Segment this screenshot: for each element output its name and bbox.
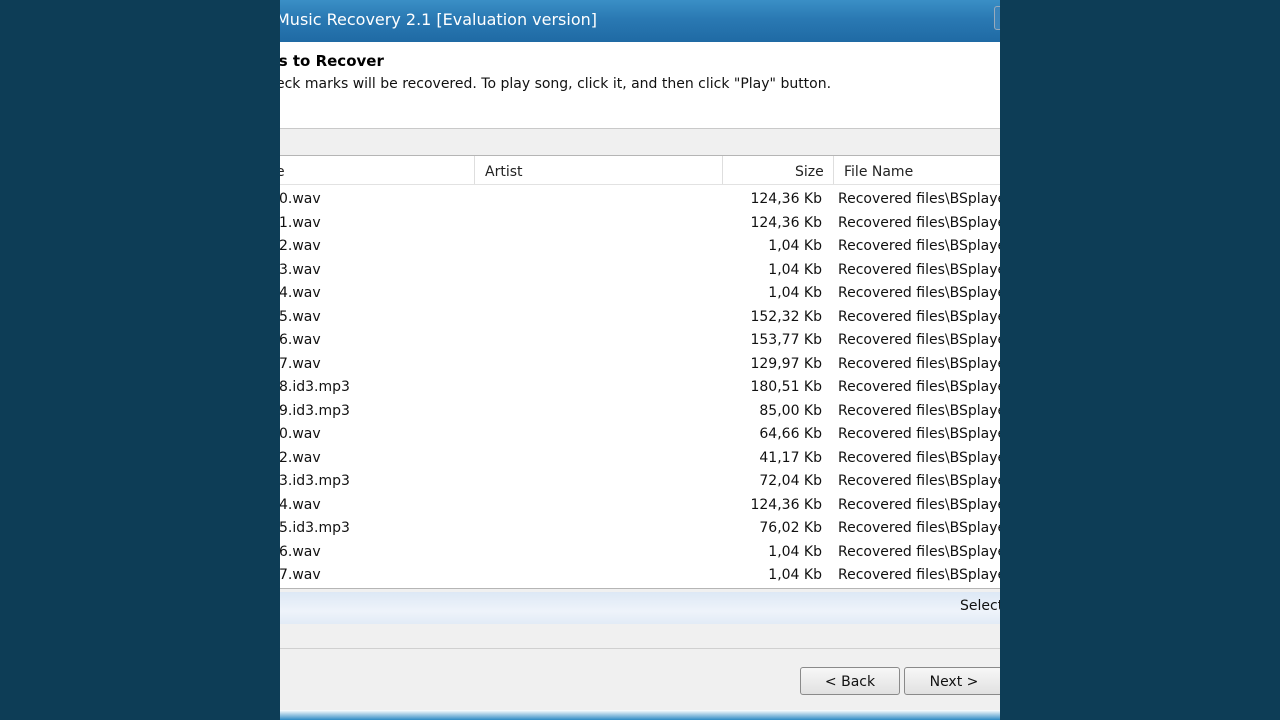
title-bar: Music Recovery 2.1 [Evaluation version] bbox=[280, 0, 1000, 42]
column-divider[interactable] bbox=[722, 156, 723, 184]
song-name: 8.id3.mp3 bbox=[280, 379, 350, 395]
song-size: 1,04 Kb bbox=[768, 261, 822, 278]
table-row[interactable]: 6.wav 153,77 Kb Recovered files\BSplaye bbox=[280, 330, 1000, 354]
table-row[interactable]: 4.wav 124,36 Kb Recovered files\BSplaye bbox=[280, 495, 1000, 519]
song-name: 5.id3.mp3 bbox=[280, 520, 350, 536]
song-file-name: Recovered files\BSplaye bbox=[838, 379, 1000, 395]
table-row[interactable]: 5.id3.mp3 76,02 Kb Recovered files\BSplaye bbox=[280, 518, 1000, 542]
song-name: 0.wav bbox=[280, 426, 321, 442]
song-size: 124,36 Kb bbox=[750, 496, 822, 513]
back-button[interactable]: < Back bbox=[800, 667, 900, 695]
song-file-name: Recovered files\BSplaye bbox=[838, 496, 1000, 513]
status-text: Select bbox=[960, 598, 1000, 614]
song-size: 180,51 Kb bbox=[750, 379, 822, 395]
song-file-name: Recovered files\BSplaye bbox=[838, 214, 1000, 231]
song-name: 9.id3.mp3 bbox=[280, 402, 350, 419]
column-header-size[interactable]: Size bbox=[795, 156, 824, 184]
separator-line bbox=[280, 648, 1000, 649]
song-name: 4.wav bbox=[280, 285, 321, 301]
list-rows: 0.wav 124,36 Kb Recovered files\BSplaye 1.w… bbox=[280, 189, 1000, 589]
song-size: 1,04 Kb bbox=[768, 567, 822, 583]
song-file-name: Recovered files\BSplaye bbox=[838, 567, 1000, 583]
song-size: 129,97 Kb bbox=[750, 355, 822, 372]
song-file-name: Recovered files\BSplaye bbox=[838, 285, 1000, 301]
song-size: 72,04 Kb bbox=[759, 473, 822, 489]
table-row[interactable]: 0.wav 64,66 Kb Recovered files\BSplaye bbox=[280, 424, 1000, 448]
song-name: 3.id3.mp3 bbox=[280, 473, 350, 489]
song-size: 1,04 Kb bbox=[768, 543, 822, 560]
song-size: 124,36 Kb bbox=[750, 214, 822, 231]
song-file-name: Recovered files\BSplaye bbox=[838, 449, 1000, 466]
song-file-name: Recovered files\BSplaye bbox=[838, 543, 1000, 560]
table-row[interactable]: 0.wav 124,36 Kb Recovered files\BSplaye bbox=[280, 189, 1000, 213]
song-name: 3.wav bbox=[280, 261, 321, 278]
column-divider[interactable] bbox=[474, 156, 475, 184]
column-divider[interactable] bbox=[833, 156, 834, 184]
song-name: 5.wav bbox=[280, 308, 321, 325]
table-row[interactable]: 1.wav 124,36 Kb Recovered files\BSplaye bbox=[280, 213, 1000, 237]
song-size: 1,04 Kb bbox=[768, 238, 822, 254]
song-name: 6.wav bbox=[280, 543, 321, 560]
table-row[interactable]: 2.wav 1,04 Kb Recovered files\BSplaye bbox=[280, 236, 1000, 260]
window-control-icon[interactable] bbox=[994, 6, 1000, 30]
song-name: 2.wav bbox=[280, 238, 321, 254]
table-row[interactable]: 5.wav 152,32 Kb Recovered files\BSplaye bbox=[280, 307, 1000, 331]
wizard-window: Music Recovery 2.1 [Evaluation version] … bbox=[280, 0, 1000, 720]
song-file-name: Recovered files\BSplaye bbox=[838, 426, 1000, 442]
song-size: 41,17 Kb bbox=[759, 449, 822, 466]
window-bottom-edge bbox=[280, 710, 1000, 720]
status-band: Select bbox=[280, 592, 1000, 624]
column-header-file-name[interactable]: File Name bbox=[844, 156, 913, 184]
page-description: eck marks will be recovered. To play son… bbox=[280, 76, 832, 92]
song-size: 153,77 Kb bbox=[750, 332, 822, 348]
songs-list[interactable]: e Artist Size File Name 0.wav 124,36 Kb Re… bbox=[280, 155, 1000, 589]
table-row[interactable]: 8.id3.mp3 180,51 Kb Recovered files\BSplay… bbox=[280, 377, 1000, 401]
song-file-name: Recovered files\BSplaye bbox=[838, 473, 1000, 489]
table-row[interactable]: 3.wav 1,04 Kb Recovered files\BSplaye bbox=[280, 260, 1000, 284]
next-button[interactable]: Next > bbox=[904, 667, 1000, 695]
song-file-name: Recovered files\BSplaye bbox=[838, 332, 1000, 348]
table-row[interactable]: 7.wav 129,97 Kb Recovered files\BSplaye bbox=[280, 354, 1000, 378]
song-size: 64,66 Kb bbox=[759, 426, 822, 442]
song-size: 85,00 Kb bbox=[759, 402, 822, 419]
table-row[interactable]: 2.wav 41,17 Kb Recovered files\BSplaye bbox=[280, 448, 1000, 472]
table-row[interactable]: 9.id3.mp3 85,00 Kb Recovered files\BSplaye bbox=[280, 401, 1000, 425]
song-name: 7.wav bbox=[280, 355, 321, 372]
column-header-artist[interactable]: Artist bbox=[485, 156, 523, 184]
song-name: 4.wav bbox=[280, 496, 321, 513]
song-file-name: Recovered files\BSplaye bbox=[838, 355, 1000, 372]
song-name: 7.wav bbox=[280, 567, 321, 583]
wizard-header: gs to Recover eck marks will be recovere… bbox=[280, 42, 1000, 129]
song-file-name: Recovered files\BSplaye bbox=[838, 191, 1000, 207]
song-name: 2.wav bbox=[280, 449, 321, 466]
song-file-name: Recovered files\BSplaye bbox=[838, 261, 1000, 278]
song-file-name: Recovered files\BSplaye bbox=[838, 520, 1000, 536]
list-header: e Artist Size File Name bbox=[280, 156, 1000, 185]
table-row[interactable]: 3.id3.mp3 72,04 Kb Recovered files\BSplaye bbox=[280, 471, 1000, 495]
table-row[interactable]: 4.wav 1,04 Kb Recovered files\BSplaye bbox=[280, 283, 1000, 307]
column-header-name[interactable]: e bbox=[280, 156, 285, 184]
song-file-name: Recovered files\BSplaye bbox=[838, 308, 1000, 325]
table-row[interactable]: 6.wav 1,04 Kb Recovered files\BSplaye bbox=[280, 542, 1000, 566]
song-name: 6.wav bbox=[280, 332, 321, 348]
song-size: 124,36 Kb bbox=[750, 191, 822, 207]
window-title: Music Recovery 2.1 [Evaluation version] bbox=[280, 10, 598, 29]
song-size: 152,32 Kb bbox=[750, 308, 822, 325]
song-file-name: Recovered files\BSplaye bbox=[838, 402, 1000, 419]
table-row[interactable]: 7.wav 1,04 Kb Recovered files\BSplaye bbox=[280, 565, 1000, 589]
song-name: 0.wav bbox=[280, 191, 321, 207]
song-size: 1,04 Kb bbox=[768, 285, 822, 301]
page-title: gs to Recover bbox=[280, 52, 384, 70]
song-name: 1.wav bbox=[280, 214, 321, 231]
song-size: 76,02 Kb bbox=[759, 520, 822, 536]
song-file-name: Recovered files\BSplaye bbox=[838, 238, 1000, 254]
